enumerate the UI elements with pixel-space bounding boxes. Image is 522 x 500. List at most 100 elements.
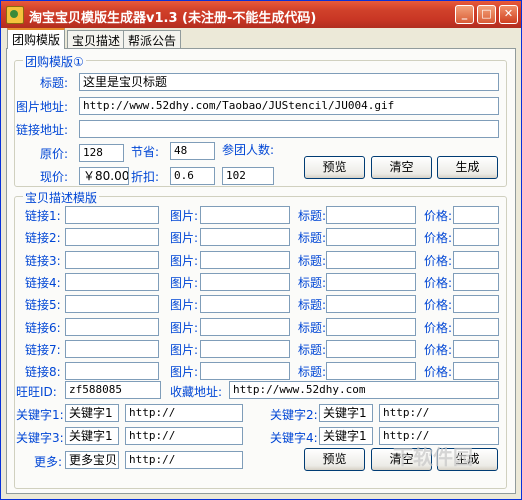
price2-input[interactable] <box>453 228 499 247</box>
keyword3-word-input[interactable]: 关键字1 <box>65 427 119 445</box>
more-url-input[interactable]: http:// <box>125 451 243 469</box>
price6-label: 价格: <box>424 320 453 335</box>
discount-label: 折扣: <box>131 170 160 184</box>
tab-group-template[interactable]: 团购模版 <box>7 28 66 49</box>
title4-label: 标题: <box>298 275 327 290</box>
link6-label: 链接6: <box>25 320 61 335</box>
title7-label: 标题: <box>298 342 327 357</box>
image-url-input[interactable]: http://www.52dhy.com/Taobao/JUStencil/JU… <box>79 97 499 115</box>
title8-input[interactable] <box>326 362 416 381</box>
title8-label: 标题: <box>298 365 327 380</box>
current-price-input[interactable]: ￥80.00 <box>79 167 129 185</box>
keyword3-url-input[interactable]: http:// <box>125 427 243 445</box>
title2-label: 标题: <box>298 231 327 246</box>
original-price-input[interactable]: 128 <box>79 144 124 162</box>
title6-input[interactable] <box>326 317 416 336</box>
link1-input[interactable] <box>65 206 159 224</box>
title5-label: 标题: <box>298 298 327 313</box>
title-input[interactable]: 这里是宝贝标题 <box>79 73 499 91</box>
generate-button[interactable]: 生成 <box>437 156 498 179</box>
keyword2-url-input[interactable]: http:// <box>379 404 499 422</box>
title1-label: 标题: <box>298 209 327 223</box>
more-label: 更多: <box>34 455 63 469</box>
desc-preview-button[interactable]: 预览 <box>304 448 365 471</box>
maximize-button[interactable]: □ <box>477 5 496 24</box>
price6-input[interactable] <box>453 317 499 336</box>
favorite-url-input[interactable]: http://www.52dhy.com <box>229 381 499 399</box>
keyword2-word-input[interactable]: 关键字1 <box>319 404 373 422</box>
wangwang-input[interactable]: zf588085 <box>65 381 161 399</box>
more-word-input[interactable]: 更多宝贝 <box>65 451 119 469</box>
link8-input[interactable] <box>65 362 159 381</box>
keyword3-label: 关键字3: <box>16 431 64 445</box>
minimize-button[interactable]: _ <box>455 5 474 24</box>
price3-input[interactable] <box>453 250 499 269</box>
link-url-label: 链接地址: <box>16 123 69 137</box>
wangwang-label: 旺旺ID: <box>16 385 57 399</box>
participants-input[interactable]: 102 <box>222 167 274 185</box>
keyword1-word-input[interactable]: 关键字1 <box>65 404 119 422</box>
image-url-label: 图片地址: <box>16 100 69 114</box>
minimize-icon: _ <box>461 7 468 20</box>
link3-label: 链接3: <box>25 253 61 268</box>
image2-label: 图片: <box>170 231 199 246</box>
original-price-label: 原价: <box>40 147 69 161</box>
image5-input[interactable] <box>200 295 290 314</box>
image5-label: 图片: <box>170 298 199 313</box>
price5-label: 价格: <box>424 298 453 313</box>
image4-input[interactable] <box>200 272 290 291</box>
link2-label: 链接2: <box>25 231 61 246</box>
title5-input[interactable] <box>326 295 416 314</box>
price1-input[interactable] <box>453 206 499 224</box>
keyword4-label: 关键字4: <box>270 431 318 445</box>
link4-input[interactable] <box>65 272 159 291</box>
title3-label: 标题: <box>298 253 327 268</box>
image8-label: 图片: <box>170 365 199 380</box>
title-label: 标题: <box>40 76 69 90</box>
tab-item-description[interactable]: 宝贝描述 <box>67 30 126 48</box>
link7-input[interactable] <box>65 339 159 358</box>
price5-input[interactable] <box>453 295 499 314</box>
clear-button[interactable]: 清空 <box>371 156 432 179</box>
link2-input[interactable] <box>65 228 159 247</box>
group-buy-template-group: 团购模版① 标题: 这里是宝贝标题 图片地址: http://www.52dhy… <box>14 53 507 187</box>
discount-input[interactable]: 0.6 <box>170 167 215 185</box>
title1-input[interactable] <box>326 206 416 224</box>
close-icon: ✕ <box>503 7 514 20</box>
keyword1-label: 关键字1: <box>16 408 64 422</box>
app-window: 淘宝宝贝模版生成器v1.3 (未注册-不能生成代码) _ □ ✕ 团购模版 宝贝… <box>0 0 522 500</box>
link5-input[interactable] <box>65 295 159 314</box>
title-bar[interactable]: 淘宝宝贝模版生成器v1.3 (未注册-不能生成代码) _ □ ✕ <box>1 1 521 28</box>
title3-input[interactable] <box>326 250 416 269</box>
image6-label: 图片: <box>170 320 199 335</box>
link5-label: 链接5: <box>25 298 61 313</box>
keyword1-url-input[interactable]: http:// <box>125 404 243 422</box>
maximize-icon: □ <box>481 7 492 20</box>
image1-input[interactable] <box>200 206 290 224</box>
keyword4-word-input[interactable]: 关键字1 <box>319 427 373 445</box>
image7-label: 图片: <box>170 342 199 357</box>
title6-label: 标题: <box>298 320 327 335</box>
image7-input[interactable] <box>200 339 290 358</box>
link1-label: 链接1: <box>25 209 61 223</box>
price2-label: 价格: <box>424 231 453 246</box>
title4-input[interactable] <box>326 272 416 291</box>
title7-input[interactable] <box>326 339 416 358</box>
savings-input[interactable]: 48 <box>170 142 215 160</box>
image6-input[interactable] <box>200 317 290 336</box>
image8-input[interactable] <box>200 362 290 381</box>
image2-input[interactable] <box>200 228 290 247</box>
link3-input[interactable] <box>65 250 159 269</box>
price8-input[interactable] <box>453 362 499 381</box>
close-button[interactable]: ✕ <box>499 5 518 24</box>
link-url-input[interactable] <box>79 120 499 138</box>
keyword2-label: 关键字2: <box>270 408 318 422</box>
preview-button[interactable]: 预览 <box>304 156 365 179</box>
title2-input[interactable] <box>326 228 416 247</box>
link6-input[interactable] <box>65 317 159 336</box>
price4-input[interactable] <box>453 272 499 291</box>
tab-group-notice[interactable]: 帮派公告 <box>123 30 182 48</box>
image3-input[interactable] <box>200 250 290 269</box>
link7-label: 链接7: <box>25 342 61 357</box>
price7-input[interactable] <box>453 339 499 358</box>
